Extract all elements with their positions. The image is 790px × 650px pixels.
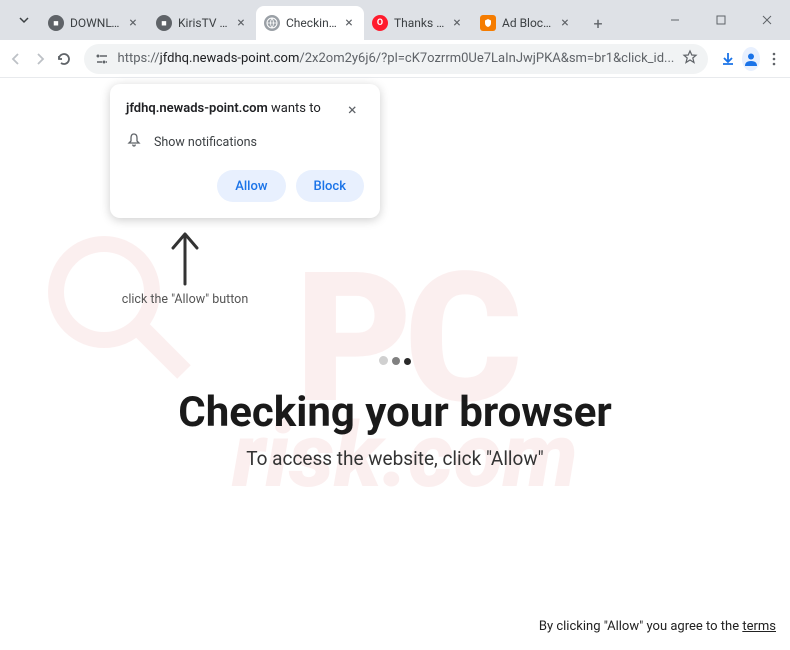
consent-footer: By clicking "Allow" you agree to the ter…: [539, 619, 776, 634]
arrow-up-icon: [165, 226, 205, 286]
tab-thanks[interactable]: O Thanks for ×: [364, 6, 472, 40]
minimize-button[interactable]: [652, 0, 698, 40]
terms-link[interactable]: terms: [742, 619, 776, 634]
back-button[interactable]: [6, 45, 26, 73]
permission-title: jfdhq.newads-point.com wants to: [126, 100, 321, 118]
tab-favicon: ■: [156, 15, 172, 31]
tab-kiristv[interactable]: ■ KirisTV Dow ×: [148, 6, 256, 40]
notification-permission-dialog: jfdhq.newads-point.com wants to × Show n…: [110, 84, 380, 218]
profile-avatar[interactable]: [742, 47, 760, 71]
arrow-hint: click the "Allow" button: [110, 226, 260, 307]
new-tab-button[interactable]: +: [584, 9, 612, 37]
tab-adblocker[interactable]: Ad Blocker ×: [472, 6, 580, 40]
site-settings-icon[interactable]: [94, 51, 110, 67]
globe-icon: [264, 15, 280, 31]
tab-title: Ad Blocker: [502, 16, 554, 30]
reload-button[interactable]: [54, 45, 74, 73]
tab-strip: ■ DOWNLOAD × ■ KirisTV Dow × Checking y …: [40, 0, 652, 40]
close-icon[interactable]: ×: [450, 16, 464, 30]
tab-title: Thanks for: [394, 16, 446, 30]
opera-icon: O: [372, 15, 388, 31]
close-icon[interactable]: ×: [348, 100, 364, 116]
dot-icon: [404, 358, 411, 365]
bookmark-star-icon[interactable]: [682, 49, 698, 69]
loading-dots: [379, 356, 411, 365]
page-subheading: To access the website, click "Allow": [0, 447, 790, 470]
dot-icon: [392, 357, 400, 365]
browser-toolbar: https://jfdhq.newads-point.com/2x2om2y6j…: [0, 40, 790, 78]
maximize-button[interactable]: [698, 0, 744, 40]
browser-menu-button[interactable]: [764, 45, 784, 73]
page-content: PC risk.com jfdhq.newads-point.com wants…: [0, 78, 790, 650]
permission-description: Show notifications: [154, 135, 257, 150]
close-icon[interactable]: ×: [558, 16, 572, 30]
close-icon[interactable]: ×: [342, 16, 356, 30]
allow-button[interactable]: Allow: [217, 170, 285, 202]
block-button[interactable]: Block: [296, 170, 364, 202]
tab-title: DOWNLOAD: [70, 16, 122, 30]
tab-title: Checking y: [286, 16, 338, 30]
close-icon[interactable]: ×: [234, 16, 248, 30]
forward-button[interactable]: [30, 45, 50, 73]
hint-text: click the "Allow" button: [110, 292, 260, 307]
shield-icon: [480, 15, 496, 31]
tab-checking[interactable]: Checking y ×: [256, 6, 364, 40]
tab-title: KirisTV Dow: [178, 16, 230, 30]
bell-icon: [126, 132, 142, 152]
close-icon[interactable]: ×: [126, 16, 140, 30]
download-icon[interactable]: [718, 45, 738, 73]
page-heading: Checking your browser: [0, 388, 790, 437]
close-window-button[interactable]: [744, 0, 790, 40]
url-text: https://jfdhq.newads-point.com/2x2om2y6j…: [118, 51, 675, 66]
main-message: Checking your browser To access the webs…: [0, 388, 790, 470]
address-bar[interactable]: https://jfdhq.newads-point.com/2x2om2y6j…: [84, 44, 709, 74]
dot-icon: [379, 356, 388, 365]
window-controls: [652, 0, 790, 40]
browser-titlebar: ■ DOWNLOAD × ■ KirisTV Dow × Checking y …: [0, 0, 790, 40]
tab-favicon: ■: [48, 15, 64, 31]
tab-search-dropdown[interactable]: [12, 8, 36, 32]
tab-download[interactable]: ■ DOWNLOAD ×: [40, 6, 148, 40]
